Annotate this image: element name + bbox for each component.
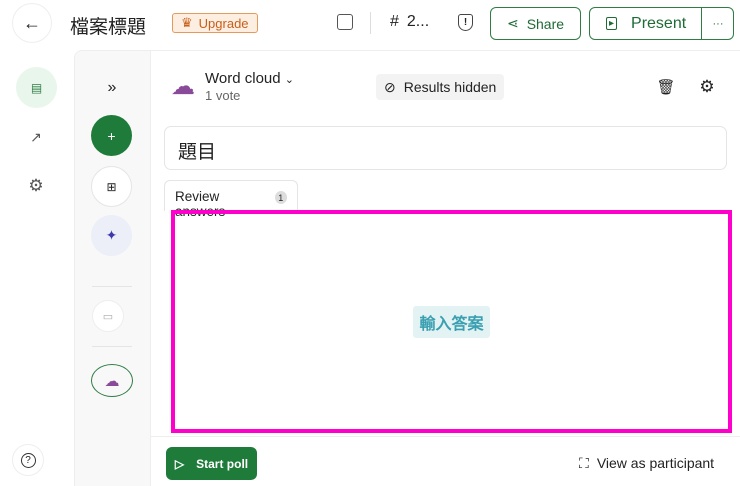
cloud-icon: ☁ [104,372,120,390]
divider [92,286,132,287]
divider [92,346,132,347]
share-button[interactable]: ⋖ Share [490,7,581,40]
sparkle-icon: ✦ [105,227,118,243]
crown-icon: ♛ [181,15,193,30]
templates-button[interactable]: ⊞ [91,166,132,207]
upgrade-button[interactable]: ♛ Upgrade [172,13,258,33]
slide-type-dropdown[interactable]: Word cloud ⌄ [205,70,294,87]
start-poll-button[interactable]: ▷ Start poll [166,447,257,480]
help-button[interactable]: ? [12,444,44,476]
shield-icon[interactable]: ! [458,14,473,31]
file-title[interactable]: 檔案標題 [70,12,146,39]
answer-word: 輸入答案 [413,305,490,338]
upgrade-label: Upgrade [198,15,249,31]
play-icon: ▷ [174,456,185,471]
cloud-icon: ☁ [171,72,195,100]
answers-area[interactable]: 輸入答案 [171,210,732,433]
slide-thumb-wordcloud[interactable]: ☁ [91,364,133,397]
arrow-left-icon: ← [23,12,41,33]
settings-icon[interactable]: ⚙ [26,176,46,196]
vote-count: 1 vote [205,88,241,103]
document-icon: ▤ [30,80,43,95]
share-icon: ⋖ [506,15,519,31]
view-as-participant-button[interactable]: ⛶ View as participant [579,455,714,472]
tab-review-answers[interactable]: Review answers 1 [164,180,298,219]
ai-button[interactable]: ✦ [91,215,132,256]
nav-slides[interactable]: ▤ [16,67,57,108]
question-input[interactable]: 題目 [164,126,727,170]
divider [370,12,371,34]
calendar-icon[interactable] [337,14,353,30]
view-label: View as participant [596,455,715,471]
plus-icon: + [107,127,116,144]
divider [151,50,740,51]
tab-count-badge: 1 [274,191,287,204]
hash-icon: # [390,13,399,30]
trash-icon[interactable]: 🗑 [656,77,675,97]
count-button[interactable]: #2... [390,13,429,31]
slide-settings-icon[interactable]: ⚙ [698,77,716,97]
trend-icon[interactable]: ↗ [26,127,46,147]
slide-type-label: Word cloud [205,70,281,87]
add-slide-button[interactable]: + [91,115,132,156]
chevron-down-icon: ⌄ [284,74,294,86]
divider [151,436,740,437]
results-label: Results hidden [403,79,497,95]
back-button[interactable]: ← [12,3,52,43]
participant-icon: ⛶ [579,455,589,471]
share-label: Share [526,15,565,32]
expand-icon[interactable]: » [102,78,122,98]
chat-icon: ▭ [102,310,114,323]
more-button[interactable]: ··· [702,7,734,40]
present-label: Present [631,14,687,32]
tab-label: Review answers [175,189,226,219]
slide-thumb-comments[interactable]: ▭ [92,300,124,332]
start-poll-label: Start poll [196,456,249,471]
eye-off-icon: ⊘ [384,78,396,95]
play-icon: ▸ [606,17,618,30]
grid-icon: ⊞ [106,179,117,194]
help-icon: ? [20,452,36,468]
count-label: 2... [406,13,430,30]
results-hidden-toggle[interactable]: ⊘ Results hidden [376,74,505,100]
